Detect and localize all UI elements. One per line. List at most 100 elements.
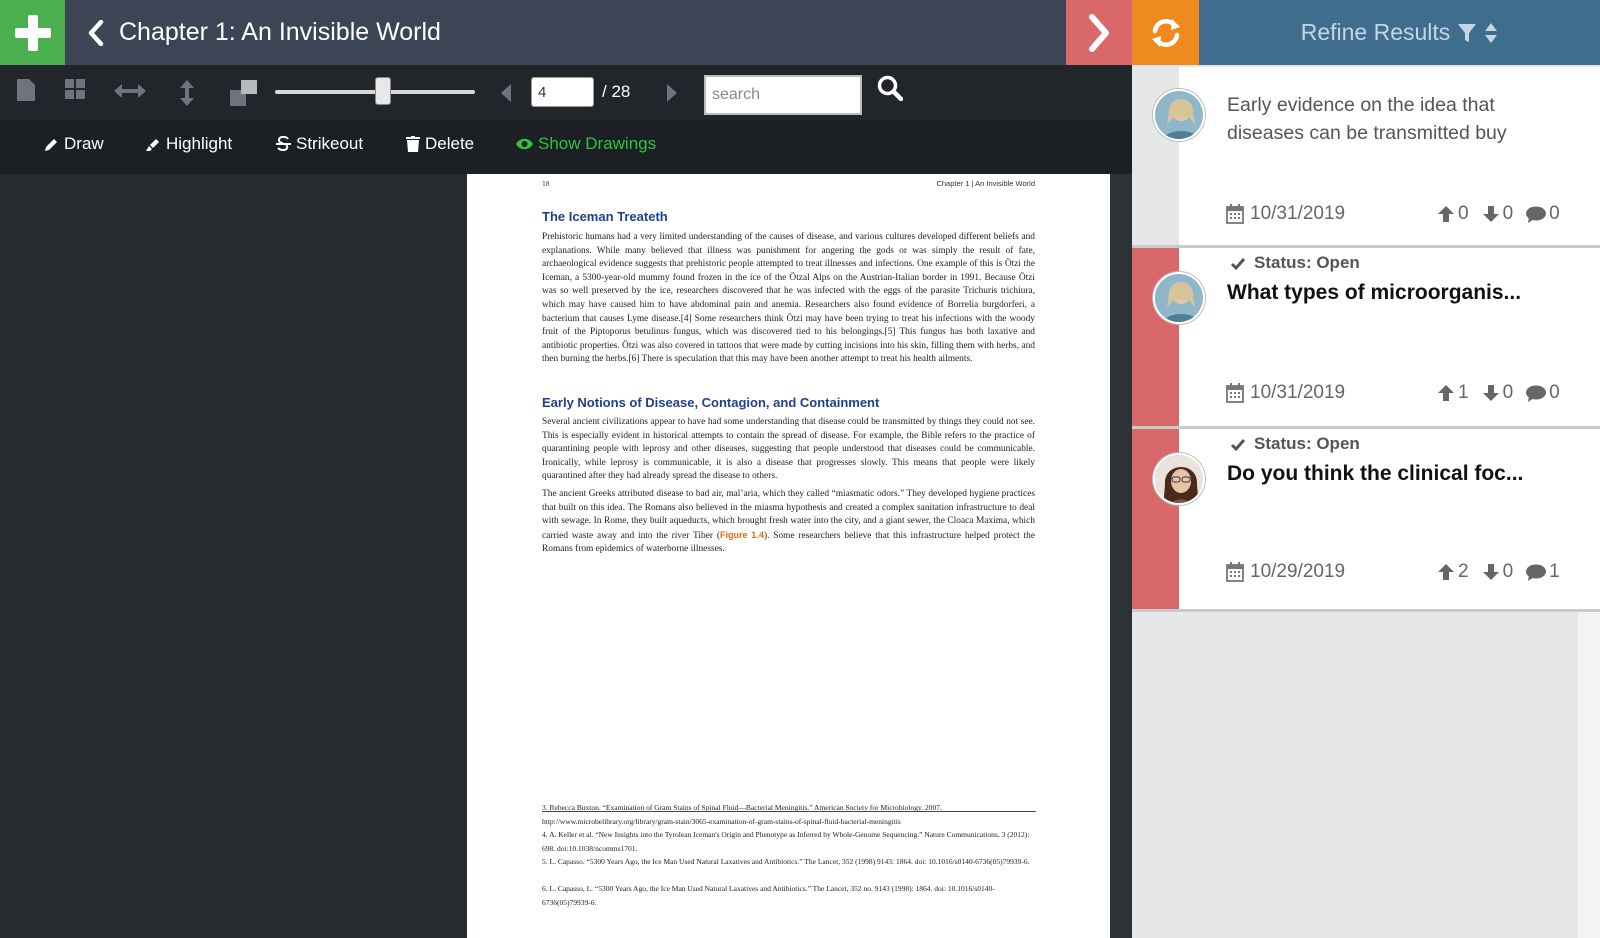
prev-page-icon[interactable] xyxy=(500,84,512,107)
show-drawings-label: Show Drawings xyxy=(538,134,657,153)
annotation-card[interactable]: Status: Open Do you think the clinical f… xyxy=(1132,429,1600,609)
chapter-title: Chapter 1: An Invisible World xyxy=(119,18,441,46)
card-title[interactable]: What types of microorganis... xyxy=(1227,281,1567,305)
plus-icon xyxy=(14,14,51,51)
document-scrollbar[interactable] xyxy=(1110,174,1132,938)
back-chevron-icon[interactable] xyxy=(87,19,107,46)
single-page-icon[interactable] xyxy=(16,78,36,107)
calendar-icon xyxy=(1226,204,1244,224)
running-head: Chapter 1 | An Invisible World xyxy=(936,179,1035,188)
upvote-icon[interactable] xyxy=(1437,205,1455,223)
search-input[interactable] xyxy=(704,75,862,115)
comment-icon[interactable] xyxy=(1526,385,1547,402)
footnote-3: 3. Rebecca Buxton. “Examination of Gram … xyxy=(542,803,942,826)
footnote-5: 5. L. Capasso. “5300 Years Ago, the Ice … xyxy=(542,857,1030,866)
delete-label: Delete xyxy=(425,134,475,153)
grid-view-icon[interactable] xyxy=(64,78,86,105)
avatar xyxy=(1153,272,1205,324)
card-date-text: 10/29/2019 xyxy=(1250,561,1346,582)
card-stats: 0 0 0 xyxy=(1437,203,1560,225)
toggle-panel-button[interactable] xyxy=(1066,0,1132,65)
document-page: 18 Chapter 1 | An Invisible World The Ic… xyxy=(467,174,1110,938)
card-status: Status: Open xyxy=(1230,434,1360,454)
results-scrollbar[interactable] xyxy=(1578,612,1600,938)
page-total: / 28 xyxy=(602,82,631,101)
card-date-text: 10/31/2019 xyxy=(1250,382,1346,403)
refine-results-button[interactable]: Refine Results xyxy=(1199,0,1600,65)
check-icon xyxy=(1230,257,1246,270)
show-drawings-button[interactable]: Show Drawings xyxy=(516,134,656,154)
figure-link[interactable]: Figure 1.4 xyxy=(720,530,764,540)
card-status: Status: Open xyxy=(1230,253,1360,273)
pencil-icon xyxy=(45,138,57,151)
strikethrough-icon xyxy=(276,136,291,152)
paragraph-iceman: Prehistoric humans had a very limited un… xyxy=(542,232,1035,365)
avatar xyxy=(1153,89,1205,141)
section-heading-iceman: The Iceman Treateth xyxy=(542,209,668,224)
title-bar: Chapter 1: An Invisible World xyxy=(65,0,1066,65)
sort-icon xyxy=(1485,22,1498,43)
comment-count: 0 xyxy=(1549,203,1560,224)
highlight-label: Highlight xyxy=(166,134,233,153)
calendar-icon xyxy=(1226,383,1244,403)
section-heading-early-notions: Early Notions of Disease, Contagion, and… xyxy=(542,395,880,410)
annotation-card[interactable]: Status: Open What types of microorganis.… xyxy=(1132,248,1600,426)
card-stats: 1 0 0 xyxy=(1437,382,1560,404)
downvote-icon[interactable] xyxy=(1482,205,1500,223)
upvote-count: 1 xyxy=(1458,382,1469,403)
marker-icon xyxy=(146,138,159,151)
strikeout-button[interactable]: Strikeout xyxy=(276,134,363,154)
downvote-count: 0 xyxy=(1502,561,1514,582)
downvote-count: 0 xyxy=(1502,382,1514,403)
footnote-6: 6. L. Capasso, L. “5300 Years Ago, the I… xyxy=(542,884,995,907)
page-number: 18 xyxy=(542,179,550,188)
card-stats: 2 0 1 xyxy=(1437,561,1560,583)
card-status-text: Status: Open xyxy=(1254,253,1360,272)
card-divider xyxy=(1132,609,1600,612)
downvote-icon[interactable] xyxy=(1482,384,1500,402)
card-title[interactable]: Do you think the clinical foc... xyxy=(1227,462,1567,486)
downvote-icon[interactable] xyxy=(1482,563,1500,581)
upvote-icon[interactable] xyxy=(1437,563,1455,581)
footnote-4: 4. A. Keller et al. “New Insights into t… xyxy=(542,830,1030,853)
annotation-card[interactable]: Early evidence on the idea that diseases… xyxy=(1132,67,1600,245)
page-number-input[interactable] xyxy=(531,77,594,107)
card-date: 10/29/2019 xyxy=(1226,561,1345,583)
card-excerpt: Early evidence on the idea that diseases… xyxy=(1227,94,1507,144)
fit-width-icon[interactable] xyxy=(114,84,146,103)
card-date: 10/31/2019 xyxy=(1226,382,1345,404)
comment-icon[interactable] xyxy=(1526,206,1547,223)
footnote-divider xyxy=(542,811,1036,812)
comment-count: 1 xyxy=(1549,561,1560,582)
paragraph-contagion: Several ancient civilizations appear to … xyxy=(542,417,1035,482)
comment-count: 0 xyxy=(1549,382,1560,403)
refine-results-label: Refine Results xyxy=(1300,19,1451,45)
add-button[interactable] xyxy=(0,0,65,65)
search-icon[interactable] xyxy=(877,75,904,106)
eye-icon xyxy=(516,138,533,150)
comment-icon[interactable] xyxy=(1526,564,1547,581)
delete-button[interactable]: Delete xyxy=(406,134,474,154)
strikeout-label: Strikeout xyxy=(296,134,364,153)
trash-icon xyxy=(406,136,420,152)
upvote-icon[interactable] xyxy=(1437,384,1455,402)
zoom-size-icon[interactable] xyxy=(230,80,258,111)
draw-button[interactable]: Draw xyxy=(44,134,104,154)
highlight-button[interactable]: Highlight xyxy=(146,134,232,154)
card-date-text: 10/31/2019 xyxy=(1250,203,1346,224)
next-page-icon[interactable] xyxy=(666,84,678,107)
filter-icon xyxy=(1458,23,1477,42)
avatar xyxy=(1153,453,1205,505)
zoom-slider-handle[interactable] xyxy=(375,77,391,105)
card-status-text: Status: Open xyxy=(1254,434,1360,453)
refresh-icon xyxy=(1151,18,1180,47)
draw-label: Draw xyxy=(64,134,104,153)
card-date: 10/31/2019 xyxy=(1226,203,1345,225)
downvote-count: 0 xyxy=(1502,203,1514,224)
fit-height-icon[interactable] xyxy=(180,80,194,111)
paragraph-miasma: The ancient Greeks attributed disease to… xyxy=(542,488,1035,557)
upvote-count: 2 xyxy=(1458,561,1469,582)
check-icon xyxy=(1230,438,1246,451)
upvote-count: 0 xyxy=(1458,203,1469,224)
refresh-button[interactable] xyxy=(1132,0,1199,65)
